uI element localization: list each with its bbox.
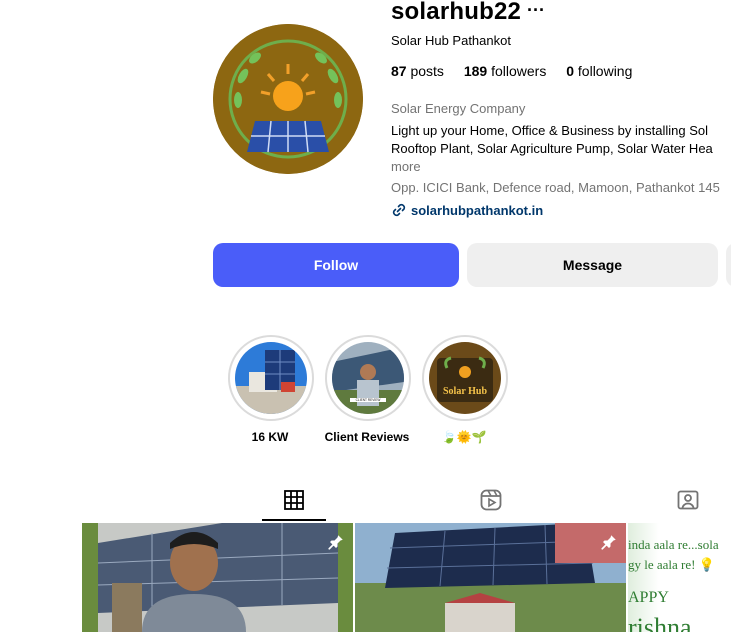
profile-stats: 87 posts 189 followers 0 following [391,63,648,79]
pin-icon [601,535,616,550]
website-link[interactable]: solarhubpathankot.in [391,202,543,218]
svg-text:Solar Hub: Solar Hub [443,386,487,397]
highlight-client-reviews-image: CLIENT REVIEW [332,342,404,414]
post-text-line: APPY [628,589,669,606]
link-icon [392,203,406,217]
highlight-client-reviews[interactable]: CLIENT REVIEW [325,335,411,421]
svg-text:CLIENT REVIEW: CLIENT REVIEW [356,398,381,402]
tagged-icon[interactable] [676,488,700,512]
highlight-label: 🍃🌞🌱 [441,430,487,444]
post-thumbnail[interactable]: inda aala re...sola gy le aala re! 💡 APP… [628,523,731,632]
highlight-label: Client Reviews [324,430,410,444]
website-text: solarhubpathankot.in [411,202,544,218]
more-options-icon[interactable]: ··· [527,0,545,21]
bio-line-2: Rooftop Plant, Solar Agriculture Pump, S… [391,141,713,156]
follow-button[interactable]: Follow [213,243,459,287]
highlight-label: 16 KW [251,430,289,444]
username: solarhub22 [391,0,522,25]
active-tab-indicator [262,519,326,521]
highlight-16kw[interactable] [228,335,314,421]
profile-category: Solar Energy Company [391,101,526,116]
bio-line-1: Light up your Home, Office & Business by… [391,123,708,138]
pin-icon [328,535,343,550]
post-thumbnail[interactable] [82,523,353,632]
post-thumbnail[interactable] [355,523,626,632]
post-text-line: rishna [628,613,692,632]
post-text-line: inda aala re...sola [628,537,719,552]
posts-stat: 87 posts [391,63,444,79]
more-actions-button[interactable] [726,243,731,287]
profile-address: Opp. ICICI Bank, Defence road, Mamoon, P… [391,180,720,195]
reels-icon[interactable] [479,488,503,512]
post-image [355,523,626,632]
grid-icon[interactable] [282,488,306,512]
followers-stat[interactable]: 189 followers [464,63,547,79]
profile-avatar[interactable] [213,24,363,174]
highlight-leaf-sun-sprout[interactable]: Solar Hub [422,335,508,421]
following-stat[interactable]: 0 following [566,63,632,79]
bio-more-link[interactable]: more [391,159,421,174]
post-image [82,523,353,632]
highlight-leaf-sun-sprout-image: Solar Hub [429,342,501,414]
message-button[interactable]: Message [467,243,718,287]
full-name: Solar Hub Pathankot [391,33,511,48]
highlight-16kw-image [235,342,307,414]
solar-hub-logo-icon [213,24,363,174]
post-text-line: gy le aala re! 💡 [628,557,715,572]
